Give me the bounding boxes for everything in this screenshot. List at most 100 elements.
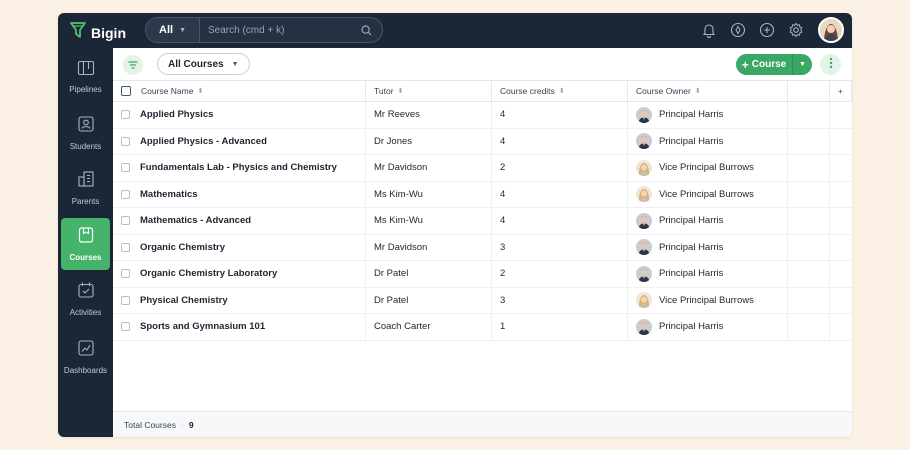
row-checkbox[interactable] bbox=[121, 110, 130, 120]
cell-tutor[interactable]: Dr Jones bbox=[366, 128, 492, 154]
course-name[interactable]: Mathematics - Advanced bbox=[140, 215, 251, 226]
cell-course-owner[interactable]: Principal Harris bbox=[628, 261, 788, 287]
course-name[interactable]: Organic Chemistry Laboratory bbox=[140, 268, 277, 279]
cell-course-name[interactable]: Mathematics bbox=[113, 181, 366, 207]
add-circle-icon[interactable] bbox=[758, 21, 776, 39]
sidebar-item-dashboards[interactable]: Dashboards bbox=[61, 331, 110, 383]
header-course-credits[interactable]: Course credits ⬍ bbox=[492, 81, 628, 101]
course-name[interactable]: Organic Chemistry bbox=[140, 242, 225, 253]
add-course-main[interactable]: + Course bbox=[736, 58, 792, 72]
more-options-button[interactable] bbox=[820, 54, 841, 75]
owner-name: Principal Harris bbox=[659, 321, 724, 333]
cell-course-name[interactable]: Organic Chemistry Laboratory bbox=[113, 261, 366, 287]
row-checkbox[interactable] bbox=[121, 136, 130, 146]
sidebar-item-label: Dashboards bbox=[63, 366, 108, 375]
cell-course-credits[interactable]: 1 bbox=[492, 314, 628, 340]
row-checkbox[interactable] bbox=[121, 269, 130, 279]
course-name[interactable]: Physical Chemistry bbox=[140, 295, 228, 306]
table-row[interactable]: Applied Physics Mr Reeves 4 Principal Harri… bbox=[113, 102, 852, 129]
cell-course-name[interactable]: Organic Chemistry bbox=[113, 234, 366, 260]
row-checkbox[interactable] bbox=[121, 189, 130, 199]
course-name[interactable]: Mathematics bbox=[140, 189, 198, 200]
sidebar-item-parents[interactable]: Parents bbox=[61, 162, 110, 214]
cell-course-name[interactable]: Sports and Gymnasium 101 bbox=[113, 314, 366, 340]
row-checkbox[interactable] bbox=[121, 163, 130, 173]
cell-course-owner[interactable]: Principal Harris bbox=[628, 102, 788, 128]
table-row[interactable]: Organic Chemistry Laboratory Dr Patel 2 Pri… bbox=[113, 261, 852, 288]
sidebar-item-pipelines[interactable]: Pipelines bbox=[61, 51, 110, 103]
cell-course-credits[interactable]: 2 bbox=[492, 261, 628, 287]
course-name[interactable]: Sports and Gymnasium 101 bbox=[140, 321, 265, 332]
cell-course-name[interactable]: Physical Chemistry bbox=[113, 287, 366, 313]
cell-course-owner[interactable]: Vice Principal Burrows bbox=[628, 181, 788, 207]
cell-course-credits[interactable]: 4 bbox=[492, 128, 628, 154]
cell-course-owner[interactable]: Principal Harris bbox=[628, 128, 788, 154]
global-search[interactable]: All ▼ Search (cmd + k) bbox=[145, 17, 383, 43]
table-row[interactable]: Applied Physics - Advanced Dr Jones 4 Princ… bbox=[113, 128, 852, 155]
cell-course-name[interactable]: Applied Physics - Advanced bbox=[113, 128, 366, 154]
sidebar-item-students[interactable]: Students bbox=[61, 107, 110, 159]
cell-spacer bbox=[830, 102, 852, 128]
header-course-owner[interactable]: Course Owner ⬍ bbox=[628, 81, 788, 101]
cell-course-owner[interactable]: Principal Harris bbox=[628, 208, 788, 234]
user-avatar[interactable] bbox=[818, 17, 844, 43]
cell-course-credits[interactable]: 3 bbox=[492, 234, 628, 260]
cell-course-owner[interactable]: Vice Principal Burrows bbox=[628, 155, 788, 181]
cell-course-credits[interactable]: 2 bbox=[492, 155, 628, 181]
sort-icon[interactable]: ⬍ bbox=[197, 87, 203, 95]
filter-button[interactable] bbox=[123, 55, 143, 75]
header-course-name[interactable]: Course Name ⬍ bbox=[113, 81, 366, 101]
add-column-button[interactable]: + bbox=[830, 81, 852, 101]
sort-icon[interactable]: ⬍ bbox=[398, 87, 404, 95]
cell-course-owner[interactable]: Vice Principal Burrows bbox=[628, 287, 788, 313]
cell-course-name[interactable]: Fundamentals Lab - Physics and Chemistry bbox=[113, 155, 366, 181]
cell-course-owner[interactable]: Principal Harris bbox=[628, 234, 788, 260]
cell-tutor[interactable]: Ms Kim-Wu bbox=[366, 208, 492, 234]
cell-course-name[interactable]: Applied Physics bbox=[113, 102, 366, 128]
search-icon[interactable] bbox=[361, 24, 372, 36]
course-name[interactable]: Applied Physics bbox=[140, 109, 213, 120]
cell-course-credits[interactable]: 3 bbox=[492, 287, 628, 313]
course-name[interactable]: Fundamentals Lab - Physics and Chemistry bbox=[140, 162, 337, 173]
compass-icon[interactable] bbox=[729, 21, 747, 39]
cell-tutor[interactable]: Ms Kim-Wu bbox=[366, 181, 492, 207]
table-row[interactable]: Sports and Gymnasium 101 Coach Carter 1 Pri… bbox=[113, 314, 852, 341]
cell-tutor[interactable]: Mr Reeves bbox=[366, 102, 492, 128]
cell-tutor[interactable]: Mr Davidson bbox=[366, 155, 492, 181]
gear-icon[interactable] bbox=[787, 21, 805, 39]
search-input[interactable]: Search (cmd + k) bbox=[208, 25, 361, 36]
sort-icon[interactable]: ⬍ bbox=[695, 87, 701, 95]
row-checkbox[interactable] bbox=[121, 216, 130, 226]
table-row[interactable]: Physical Chemistry Dr Patel 3 Vice Principa… bbox=[113, 287, 852, 314]
table-row[interactable]: Organic Chemistry Mr Davidson 3 Principal H… bbox=[113, 234, 852, 261]
bell-icon[interactable] bbox=[700, 21, 718, 39]
header-tutor[interactable]: Tutor ⬍ bbox=[366, 81, 492, 101]
cell-course-credits[interactable]: 4 bbox=[492, 208, 628, 234]
owner-avatar bbox=[636, 133, 652, 150]
sidebar-item-courses[interactable]: Courses bbox=[61, 218, 110, 270]
sidebar-item-activities[interactable]: Activities bbox=[61, 273, 110, 325]
add-course-dropdown[interactable]: ▼ bbox=[792, 54, 812, 75]
tutor-name: Dr Jones bbox=[374, 135, 413, 147]
cell-tutor[interactable]: Dr Patel bbox=[366, 261, 492, 287]
cell-course-credits[interactable]: 4 bbox=[492, 102, 628, 128]
cell-course-name[interactable]: Mathematics - Advanced bbox=[113, 208, 366, 234]
table-row[interactable]: Mathematics - Advanced Ms Kim-Wu 4 Principa… bbox=[113, 208, 852, 235]
row-checkbox[interactable] bbox=[121, 295, 130, 305]
table-row[interactable]: Mathematics Ms Kim-Wu 4 Vice Principal Burr… bbox=[113, 181, 852, 208]
view-selector[interactable]: All Courses ▼ bbox=[157, 53, 250, 75]
cell-tutor[interactable]: Mr Davidson bbox=[366, 234, 492, 260]
cell-course-owner[interactable]: Principal Harris bbox=[628, 314, 788, 340]
brand[interactable]: Bigin bbox=[70, 21, 126, 44]
sort-icon[interactable]: ⬍ bbox=[559, 87, 565, 95]
row-checkbox[interactable] bbox=[121, 322, 130, 332]
search-scope-dropdown[interactable]: All ▼ bbox=[146, 18, 200, 42]
table-row[interactable]: Fundamentals Lab - Physics and Chemistry… bbox=[113, 155, 852, 182]
cell-tutor[interactable]: Dr Patel bbox=[366, 287, 492, 313]
row-checkbox[interactable] bbox=[121, 242, 130, 252]
cell-tutor[interactable]: Coach Carter bbox=[366, 314, 492, 340]
cell-course-credits[interactable]: 4 bbox=[492, 181, 628, 207]
course-name[interactable]: Applied Physics - Advanced bbox=[140, 136, 267, 147]
select-all-checkbox[interactable] bbox=[121, 86, 131, 96]
add-course-button[interactable]: + Course ▼ bbox=[736, 54, 812, 75]
